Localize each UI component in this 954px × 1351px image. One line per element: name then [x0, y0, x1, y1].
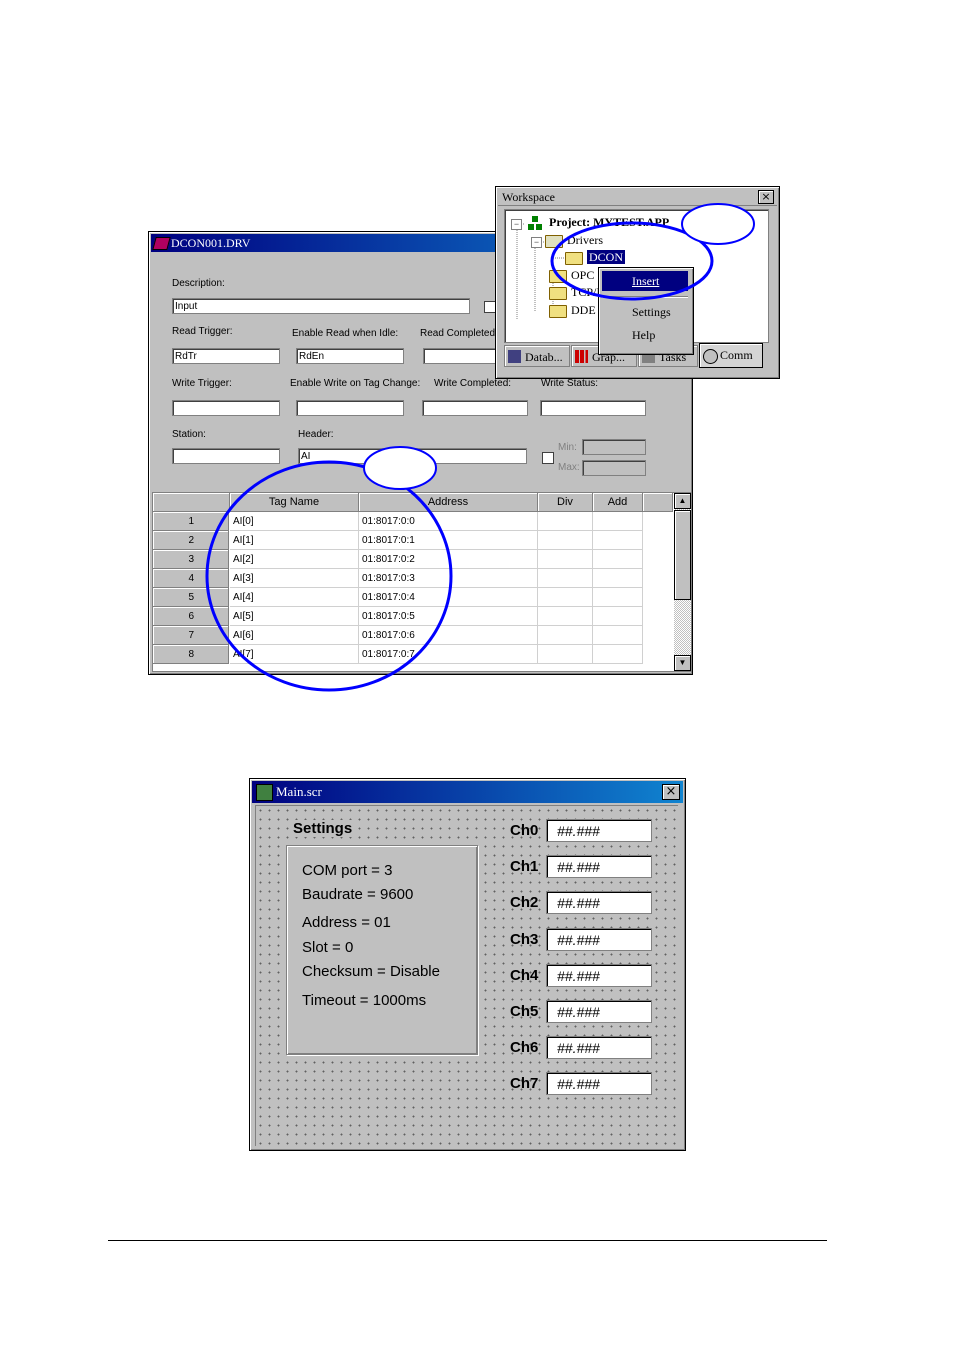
cell-add[interactable] — [593, 512, 643, 531]
channel-label-7: Ch7 — [510, 1075, 539, 1093]
project-icon — [527, 215, 543, 231]
max-label: Max: — [558, 462, 580, 473]
write-status-field[interactable] — [540, 400, 646, 416]
channel-value-4[interactable]: ##.### — [546, 963, 652, 987]
cell-div[interactable] — [538, 569, 593, 588]
max-field — [582, 460, 646, 476]
cell-div[interactable] — [538, 607, 593, 626]
cell-div[interactable] — [538, 531, 593, 550]
channel-label-3: Ch3 — [510, 930, 539, 948]
channel-value-2[interactable]: ##.### — [546, 891, 652, 915]
cell-add[interactable] — [593, 645, 643, 664]
database-icon — [508, 350, 521, 363]
annotation-circle-dcon — [550, 203, 755, 301]
channel-value-1[interactable]: ##.### — [546, 855, 652, 879]
grid-vertical-scrollbar[interactable]: ▲ ▼ — [674, 493, 691, 671]
scroll-thumb[interactable] — [674, 510, 691, 600]
write-completed-field[interactable] — [422, 400, 528, 416]
cell-div[interactable] — [538, 550, 593, 569]
cell-div[interactable] — [538, 512, 593, 531]
enable-read-label: Enable Read when Idle: — [292, 328, 399, 339]
channel-value-0[interactable]: ##.### — [546, 819, 652, 842]
annotation-circle-grid — [205, 446, 453, 692]
scroll-up-icon[interactable]: ▲ — [674, 493, 691, 509]
screen-icon — [256, 784, 273, 801]
header-label: Header: — [298, 429, 334, 440]
main-close-icon[interactable]: × — [662, 784, 680, 800]
tree-collapse-drivers-icon[interactable]: − — [531, 237, 542, 248]
setting-checksum: Checksum = Disable — [302, 963, 440, 980]
enable-write-field[interactable] — [296, 400, 404, 416]
main-titlebar[interactable]: Main.scr × — [252, 781, 683, 803]
min-field — [582, 439, 646, 455]
menu-item-help[interactable]: Help — [602, 325, 688, 345]
setting-slot: Slot = 0 — [302, 939, 354, 956]
cell-add[interactable] — [593, 626, 643, 645]
column-header-add[interactable]: Add — [593, 493, 643, 512]
cell-div[interactable] — [538, 588, 593, 607]
description-label: Description: — [172, 278, 225, 289]
comm-icon — [703, 349, 718, 364]
cell-add[interactable] — [593, 588, 643, 607]
channel-value-7[interactable]: ##.### — [546, 1072, 652, 1096]
read-completed-label: Read Completed — [420, 328, 496, 339]
write-trigger-field[interactable] — [172, 400, 280, 416]
station-label: Station: — [172, 429, 206, 440]
setting-com-port: COM port = 3 — [302, 862, 393, 879]
setting-timeout: Timeout = 1000ms — [302, 992, 427, 1009]
write-completed-label: Write Completed: — [434, 378, 512, 389]
tree-collapse-project-icon[interactable]: − — [511, 219, 522, 230]
drv-window-title: DCON001.DRV — [171, 236, 251, 250]
channel-label-1: Ch1 — [510, 858, 539, 876]
channel-value-3[interactable]: ##.### — [546, 927, 652, 951]
driver-icon — [152, 237, 171, 250]
cell-div[interactable] — [538, 626, 593, 645]
read-completed-field[interactable] — [423, 348, 497, 364]
grid-filler-header — [643, 493, 673, 512]
column-header-div[interactable]: Div — [538, 493, 593, 512]
write-status-label: Write Status: — [541, 378, 599, 389]
channel-value-5[interactable]: ##.### — [546, 1000, 652, 1023]
description-field[interactable]: Input — [172, 298, 470, 314]
channel-label-0: Ch0 — [510, 822, 539, 839]
settings-title: Settings — [293, 820, 353, 837]
cell-add[interactable] — [593, 531, 643, 550]
cell-add[interactable] — [593, 569, 643, 588]
tab-database[interactable]: Datab... — [504, 345, 570, 367]
min-label: Min: — [558, 442, 577, 453]
graphics-icon — [575, 350, 588, 363]
read-trigger-field[interactable]: RdTr — [172, 348, 280, 364]
setting-address: Address = 01 — [302, 914, 391, 931]
channel-label-4: Ch4 — [510, 966, 539, 984]
min-max-checkbox[interactable] — [542, 452, 554, 464]
setting-baudrate: Baudrate = 9600 — [302, 886, 414, 903]
scroll-down-icon[interactable]: ▼ — [674, 655, 691, 671]
cell-add[interactable] — [593, 550, 643, 569]
enable-write-label: Enable Write on Tag Change: — [290, 378, 421, 389]
main-window-title: Main.scr — [276, 784, 322, 799]
tab-comm[interactable]: Comm — [699, 343, 763, 368]
write-trigger-label: Write Trigger: — [172, 378, 232, 389]
page-footer-rule — [108, 1240, 827, 1241]
channel-label-5: Ch5 — [510, 1003, 539, 1020]
channel-label-6: Ch6 — [510, 1039, 539, 1057]
channel-label-2: Ch2 — [510, 894, 539, 912]
cell-add[interactable] — [593, 607, 643, 626]
enable-read-field[interactable]: RdEn — [296, 348, 404, 364]
read-trigger-label: Read Trigger: — [172, 326, 233, 337]
cell-div[interactable] — [538, 645, 593, 664]
channel-value-6[interactable]: ##.### — [546, 1036, 652, 1060]
